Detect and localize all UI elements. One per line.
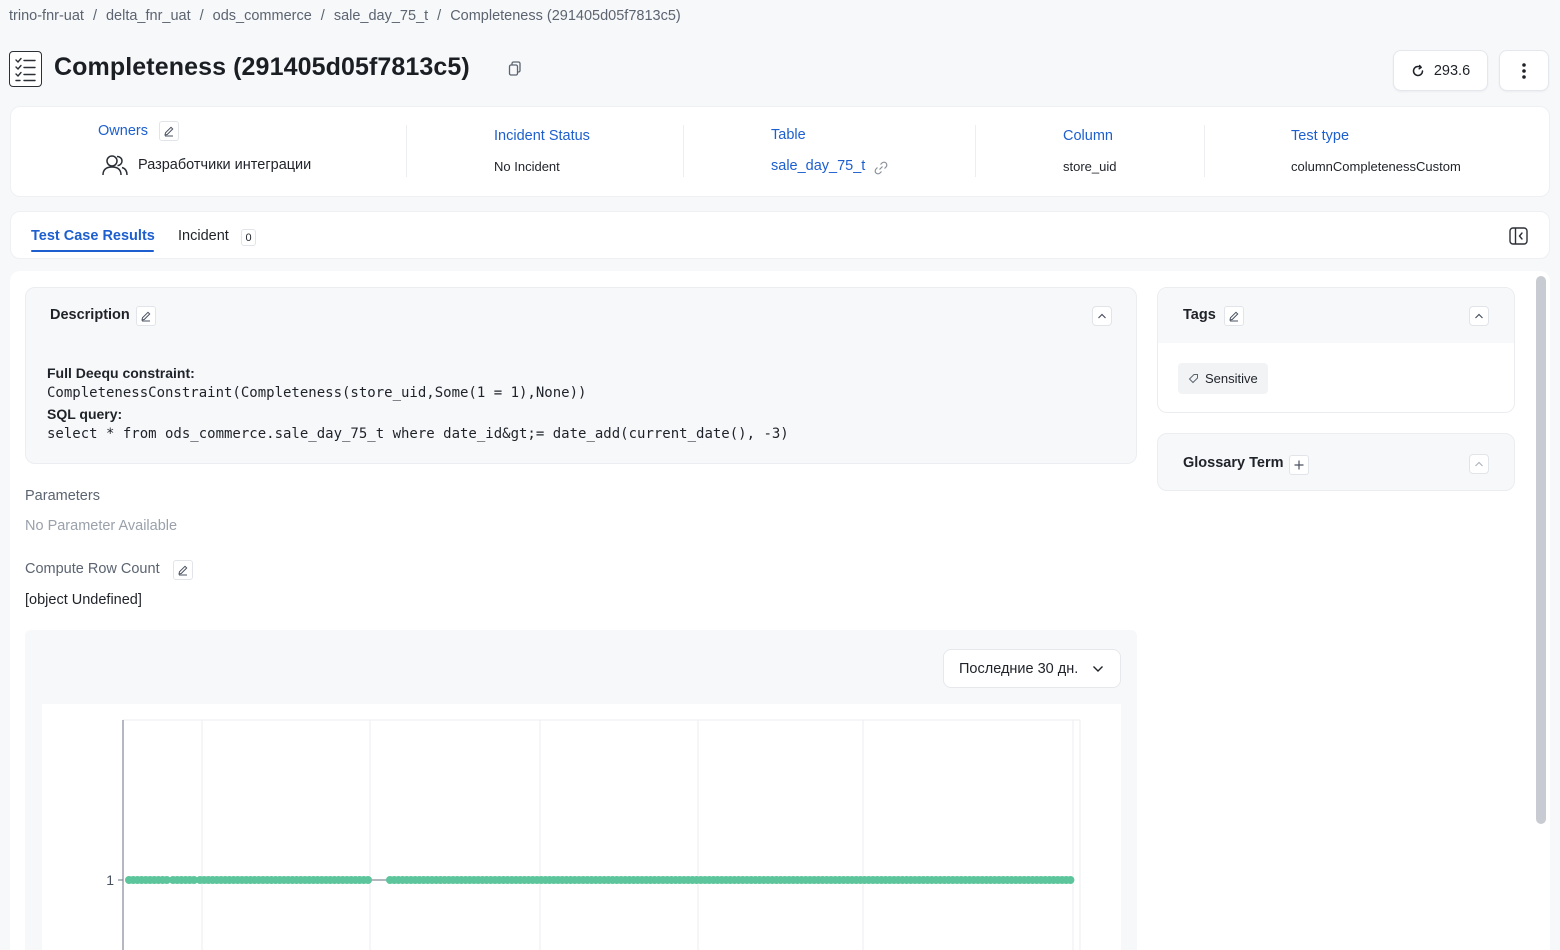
glossary-term-title: Glossary Term bbox=[1183, 455, 1284, 471]
parameters-label: Parameters bbox=[25, 488, 100, 504]
incident-status-label: Incident Status bbox=[494, 128, 590, 144]
breadcrumb-current: Completeness (291405d05f7813c5) bbox=[450, 8, 681, 24]
tags-card: Tags Sensitive bbox=[1157, 287, 1515, 413]
chevron-up-icon bbox=[1475, 313, 1483, 319]
breadcrumb-separator: / bbox=[199, 8, 204, 24]
breadcrumb-item-schema[interactable]: ods_commerce bbox=[213, 8, 312, 24]
description-title: Description bbox=[50, 307, 130, 323]
vertical-scrollbar[interactable] bbox=[1536, 276, 1546, 824]
breadcrumb-separator: / bbox=[437, 8, 442, 24]
chart-point bbox=[364, 876, 372, 884]
parameters-value: No Parameter Available bbox=[25, 518, 178, 534]
sql-text: select * from ods_commerce.sale_day_75_t… bbox=[47, 426, 789, 442]
refresh-button[interactable]: 293.6 bbox=[1393, 50, 1488, 91]
divider bbox=[975, 125, 976, 177]
date-range-value: Последние 30 дн. bbox=[959, 660, 1079, 677]
tag-icon bbox=[1188, 374, 1198, 384]
edit-tags-icon[interactable] bbox=[1224, 306, 1244, 326]
copy-icon[interactable] bbox=[507, 60, 523, 78]
test-case-info-card: Owners Разработчики интеграции Incident … bbox=[10, 106, 1550, 197]
compute-row-count-label: Compute Row Count bbox=[25, 561, 160, 577]
divider bbox=[1204, 125, 1205, 177]
compute-row-count-value: [object Undefined] bbox=[25, 592, 142, 608]
breadcrumb: trino-fnr-uat / delta_fnr_uat / ods_comm… bbox=[9, 8, 681, 24]
owners-value[interactable]: Разработчики интеграции bbox=[138, 157, 311, 173]
edit-owners-icon[interactable] bbox=[159, 121, 179, 141]
chart-point bbox=[1066, 876, 1075, 884]
tab-incident[interactable]: Incident bbox=[178, 228, 229, 244]
active-tab-indicator bbox=[31, 250, 154, 252]
refresh-value: 293.6 bbox=[1433, 62, 1471, 79]
chart-y-tick-label: 1 bbox=[106, 872, 114, 888]
description-card: Description Full Deequ constraint: Compl… bbox=[25, 287, 1137, 464]
date-range-select[interactable]: Последние 30 дн. bbox=[943, 649, 1121, 688]
collapse-glossary-button[interactable] bbox=[1469, 454, 1489, 474]
breadcrumb-separator: / bbox=[320, 8, 325, 24]
test-type-label: Test type bbox=[1291, 128, 1350, 144]
table-label: Table bbox=[771, 127, 806, 143]
constraint-text: CompletenessConstraint(Completeness(stor… bbox=[47, 385, 587, 401]
table-link[interactable]: sale_day_75_t bbox=[771, 158, 865, 174]
chevron-down-icon bbox=[1093, 666, 1103, 672]
tabs-bar: Test Case Results Incident 0 bbox=[10, 211, 1550, 259]
edit-compute-row-count-icon[interactable] bbox=[173, 560, 193, 580]
glossary-term-card: Glossary Term bbox=[1157, 433, 1515, 491]
sql-heading: SQL query: bbox=[47, 406, 123, 422]
more-options-button[interactable] bbox=[1499, 50, 1549, 91]
collapse-description-button[interactable] bbox=[1092, 306, 1112, 326]
edit-description-icon[interactable] bbox=[136, 306, 156, 326]
owners-label: Owners bbox=[98, 123, 148, 139]
incident-count-badge: 0 bbox=[241, 229, 256, 246]
breadcrumb-item-database[interactable]: delta_fnr_uat bbox=[106, 8, 191, 24]
test-type-value: columnCompletenessCustom bbox=[1291, 159, 1461, 174]
more-vertical-icon bbox=[1522, 62, 1526, 79]
chevron-up-icon bbox=[1098, 313, 1106, 319]
breadcrumb-separator: / bbox=[92, 8, 97, 24]
tag-label: Sensitive bbox=[1205, 371, 1258, 386]
divider bbox=[683, 125, 684, 177]
page-title: Completeness (291405d05f7813c5) bbox=[54, 53, 470, 81]
panel-collapse-icon[interactable] bbox=[1509, 227, 1528, 245]
test-case-icon bbox=[9, 51, 42, 87]
column-label: Column bbox=[1063, 128, 1113, 144]
tag-chip[interactable]: Sensitive bbox=[1178, 363, 1268, 394]
tab-test-case-results[interactable]: Test Case Results bbox=[31, 228, 155, 244]
team-icon bbox=[101, 153, 129, 177]
breadcrumb-item-table[interactable]: sale_day_75_t bbox=[334, 8, 428, 24]
chevron-up-icon bbox=[1475, 461, 1483, 467]
results-chart: 1 bbox=[106, 719, 1081, 950]
collapse-tags-button[interactable] bbox=[1469, 306, 1489, 326]
add-glossary-term-icon[interactable] bbox=[1289, 455, 1309, 475]
column-value: store_uid bbox=[1063, 159, 1117, 174]
chart-plot-area: 1 bbox=[42, 704, 1121, 950]
tags-title: Tags bbox=[1183, 307, 1216, 323]
constraint-heading: Full Deequ constraint: bbox=[47, 365, 195, 381]
breadcrumb-item-service[interactable]: trino-fnr-uat bbox=[9, 8, 84, 24]
divider bbox=[406, 125, 407, 177]
link-icon[interactable] bbox=[873, 160, 889, 176]
refresh-icon bbox=[1412, 64, 1424, 76]
incident-status-value: No Incident bbox=[494, 159, 560, 174]
